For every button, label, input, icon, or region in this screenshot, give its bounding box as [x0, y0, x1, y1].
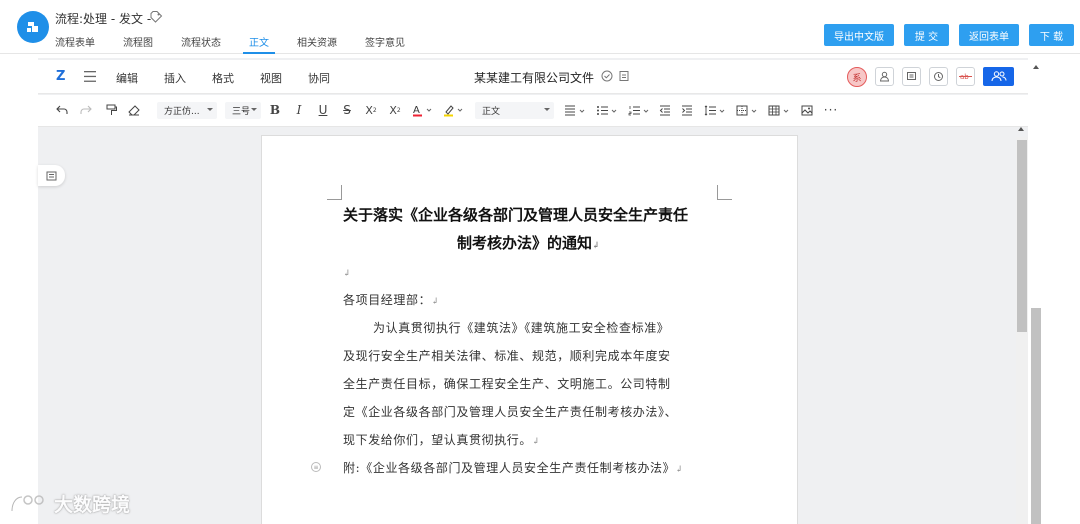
redo-icon[interactable] [79, 102, 93, 118]
image-icon[interactable] [800, 102, 814, 118]
table-icon[interactable] [767, 102, 791, 118]
font-size-value: 三号 [232, 107, 251, 117]
document-heading-line1: 关于落实《企业各级各部门及管理人员安全生产责任 [343, 206, 689, 224]
export-chinese-button[interactable]: 导出中文版 [824, 24, 894, 46]
body-line: 定《企业各级各部门及管理人员安全生产责任制考核办法》、 [343, 405, 678, 419]
submit-button[interactable]: 提 交 [904, 24, 949, 46]
align-icon[interactable] [563, 102, 587, 118]
tab-process-status[interactable]: 流程状态 [181, 34, 221, 54]
indent-icon[interactable] [680, 102, 694, 118]
page-corner-mark [327, 185, 342, 200]
highlight-icon[interactable] [442, 102, 464, 118]
body-line: 全生产责任目标，确保工程安全生产、文明施工。公司特制 [343, 377, 671, 391]
font-family-value: 方正仿... [164, 107, 200, 117]
format-painter-icon[interactable] [104, 102, 118, 118]
paragraph-style-value: 正文 [482, 107, 501, 117]
app-logo-icon [17, 11, 49, 43]
history-icon[interactable] [929, 67, 948, 86]
comments-icon[interactable] [902, 67, 921, 86]
body-line: 及现行安全生产相关法律、标准、规范，顺利完成本年度安 [343, 349, 671, 363]
tab-flowchart[interactable]: 流程图 [123, 34, 153, 54]
tab-main-text[interactable]: 正文 [243, 34, 275, 54]
outline-toggle-icon[interactable] [38, 165, 65, 186]
menu-format[interactable]: 格式 [212, 70, 234, 86]
tab-related-resources[interactable]: 相关资源 [297, 34, 337, 54]
border-icon[interactable] [735, 102, 759, 118]
empty-paragraph: ↲ [343, 269, 352, 279]
line-spacing-icon[interactable] [703, 102, 727, 118]
menu-view[interactable]: 视图 [260, 70, 282, 86]
tab-bar: 流程表单 流程图 流程状态 正文 相关资源 签字意见 [55, 34, 433, 54]
app-header: 流程:处理 - 发文 - 流程表单 流程图 流程状态 正文 相关资源 签字意见 … [0, 0, 1080, 54]
page-scrollbar-thumb[interactable] [1031, 308, 1041, 524]
clear-format-icon[interactable] [127, 102, 141, 118]
font-family-select[interactable]: 方正仿... [157, 102, 217, 119]
font-color-icon[interactable]: A [411, 102, 433, 118]
menu-collaborate[interactable]: 协同 [308, 70, 330, 86]
document-title: 某某建工有限公司文件 [474, 71, 595, 85]
salutation: 各项目经理部：↲ [343, 293, 440, 307]
paragraph-style-select[interactable]: 正文 [475, 102, 554, 119]
page-title: 流程:处理 - 发文 - [55, 12, 152, 26]
permissions-icon[interactable] [875, 67, 894, 86]
watermark-text: 大数跨境 [54, 494, 131, 516]
more-icon[interactable]: ··· [824, 102, 838, 118]
header-actions: 导出中文版 提 交 返回表单 下 载 [814, 24, 1074, 46]
paragraph-handle-icon[interactable]: ≡ [311, 462, 321, 472]
tag-icon[interactable] [149, 10, 163, 24]
svg-text:A: A [413, 105, 420, 116]
user-avatar[interactable]: 系 [847, 67, 867, 87]
undo-icon[interactable] [55, 102, 69, 118]
editor-logo-icon: Z [56, 69, 66, 84]
outdent-icon[interactable] [658, 102, 672, 118]
superscript-icon[interactable]: X2 [364, 102, 378, 118]
menu-icon[interactable] [84, 71, 96, 82]
subscript-icon[interactable]: X2 [388, 102, 402, 118]
back-to-form-button[interactable]: 返回表单 [959, 24, 1019, 46]
underline-icon[interactable]: U [316, 102, 330, 118]
attachment-line: 附:《企业各级各部门及管理人员安全生产责任制考核办法》↲ [343, 461, 684, 475]
strikethrough-icon[interactable]: S [340, 102, 354, 118]
document-info-icon[interactable] [618, 70, 630, 82]
document-heading-line2: 制考核办法》的通知↲ [457, 234, 600, 252]
download-button[interactable]: 下 载 [1029, 24, 1074, 46]
tab-process-form[interactable]: 流程表单 [55, 34, 95, 54]
scroll-up-arrow-icon[interactable] [1018, 127, 1024, 131]
collaborators-button[interactable] [983, 67, 1014, 86]
numbered-list-icon[interactable] [627, 102, 651, 118]
menu-insert[interactable]: 插入 [164, 70, 186, 86]
watermark: 大数跨境 [8, 490, 130, 517]
tab-signature-opinions[interactable]: 签字意见 [365, 34, 405, 54]
editor-scrollbar-thumb[interactable] [1017, 140, 1027, 332]
saved-check-icon [601, 70, 613, 82]
italic-icon[interactable]: I [292, 102, 306, 118]
bullet-list-icon[interactable] [595, 102, 619, 118]
track-changes-icon[interactable]: ab [956, 67, 975, 86]
menu-edit[interactable]: 编辑 [116, 70, 138, 86]
watermark-logo-icon [10, 494, 44, 511]
font-size-select[interactable]: 三号 [225, 102, 261, 119]
page-corner-mark [717, 185, 732, 200]
page-scroll-up-arrow-icon[interactable] [1033, 65, 1039, 69]
body-line: 为认真贯彻执行《建筑法》《建筑施工安全检查标准》 [373, 321, 670, 335]
body-line: 现下发给你们，望认真贯彻执行。↲ [343, 433, 541, 447]
bold-icon[interactable]: B [268, 102, 282, 118]
